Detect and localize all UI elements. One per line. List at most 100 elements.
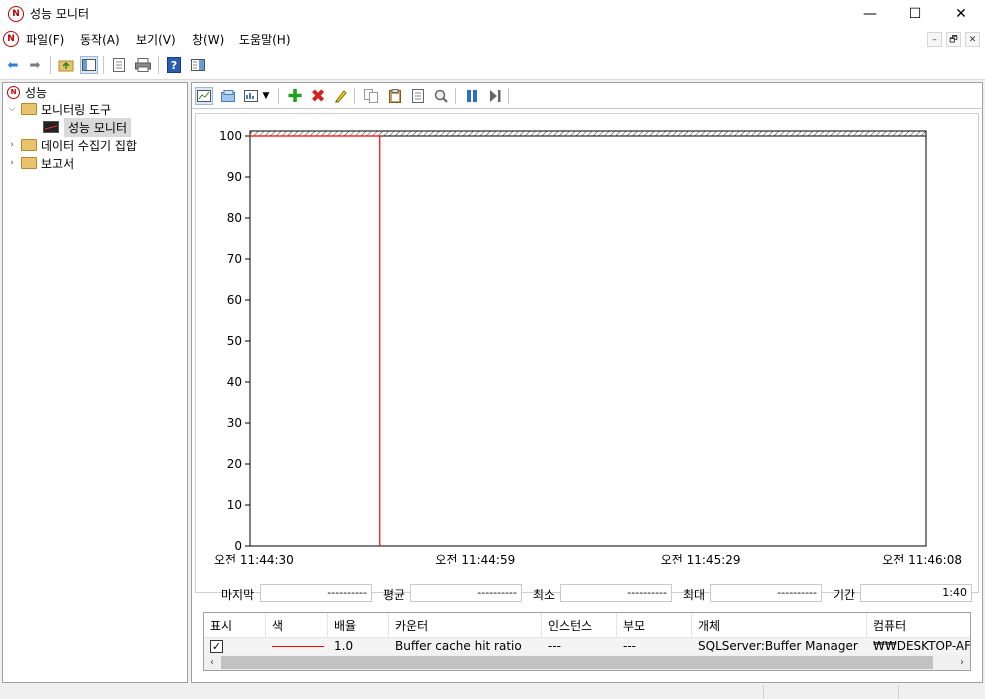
data-point <box>317 135 319 137</box>
show-hide-tree-icon[interactable] <box>80 56 98 74</box>
y-tick-label: 30 <box>227 416 242 430</box>
window-title: 성능 모니터 <box>30 7 90 21</box>
data-point <box>304 135 306 137</box>
horizontal-scrollbar[interactable]: ‹ › <box>204 655 970 670</box>
monitor-chart-icon <box>43 121 59 133</box>
tree-item-label: 성능 <box>25 85 48 100</box>
maximum-label: 최대 <box>683 588 706 602</box>
mdi-minimize-button[interactable]: – <box>927 32 942 47</box>
back-arrow-icon[interactable]: ⬅ <box>4 56 22 74</box>
scrollbar-thumb[interactable] <box>221 656 933 669</box>
graph-type-dropdown-icon[interactable]: ▼ <box>261 87 271 105</box>
update-data-icon[interactable] <box>486 87 504 105</box>
tree-item-label: 데이터 수집기 집합 <box>41 138 137 153</box>
maximize-button[interactable]: ☐ <box>892 0 938 28</box>
delete-counter-icon[interactable]: ✖ <box>309 86 327 107</box>
tree-item-monitoring-tools[interactable]: ⌵ 모니터링 도구 <box>7 100 111 118</box>
column-header-color[interactable]: 색 <box>266 613 328 637</box>
average-label: 평균 <box>383 588 406 602</box>
tree-item-data-collector-sets[interactable]: › 데이터 수집기 집합 <box>7 136 137 154</box>
tree-item-label: 모니터링 도구 <box>41 102 112 117</box>
tree-item-reports[interactable]: › 보고서 <box>7 154 74 172</box>
menu-file[interactable]: 파일(F) <box>24 31 66 48</box>
properties-icon[interactable] <box>409 87 427 105</box>
copy-properties-icon[interactable] <box>362 87 380 105</box>
chevron-down-icon[interactable]: ⌵ <box>7 104 17 114</box>
minimum-value-field: ---------- <box>560 584 672 602</box>
tree-item-performance[interactable]: N 성능 <box>7 83 47 101</box>
counter-table: 표시 색 배율 카운터 인스턴스 부모 개체 컴퓨터 ✓ 1.0 Buffer … <box>203 612 971 671</box>
table-row[interactable]: ✓ 1.0 Buffer cache hit ratio --- --- SQL… <box>204 638 970 655</box>
view-graph-icon[interactable] <box>195 87 213 105</box>
freeze-display-icon[interactable] <box>463 87 481 105</box>
average-value-field: ---------- <box>410 584 522 602</box>
highlight-pen-icon[interactable] <box>332 87 350 105</box>
y-tick-label: 80 <box>227 211 242 225</box>
help-icon[interactable]: ? <box>165 56 183 74</box>
column-header-show[interactable]: 표시 <box>204 613 266 637</box>
data-point <box>365 135 367 137</box>
mdi-restore-button[interactable]: 🗗 <box>946 32 961 47</box>
menu-window[interactable]: 창(W) <box>190 31 226 48</box>
y-tick-label: 40 <box>227 375 242 389</box>
data-point <box>283 135 285 137</box>
data-point <box>297 135 299 137</box>
title-bar: N 성능 모니터 — ☐ ✕ <box>0 0 985 28</box>
zoom-icon[interactable] <box>432 87 450 105</box>
tree-item-performance-monitor[interactable]: 성능 모니터 <box>43 117 132 137</box>
column-header-computer[interactable]: 컴퓨터 <box>867 613 970 637</box>
chevron-right-icon[interactable]: › <box>7 140 17 150</box>
column-header-counter[interactable]: 카운터 <box>389 613 542 637</box>
scroll-right-icon[interactable]: › <box>954 655 970 670</box>
menu-action[interactable]: 동작(A) <box>78 31 122 48</box>
toolbar-separator <box>158 56 159 74</box>
x-tick-label: 오전 11:46:08 <box>882 553 962 564</box>
duration-label: 기간 <box>833 588 856 602</box>
scroll-left-icon[interactable]: ‹ <box>204 655 220 670</box>
column-header-scale[interactable]: 배율 <box>328 613 389 637</box>
svg-text:?: ? <box>171 59 177 72</box>
toolbar-separator <box>354 88 355 104</box>
status-bar <box>0 685 985 699</box>
column-header-object[interactable]: 개체 <box>692 613 867 637</box>
add-counter-icon[interactable]: ✚ <box>286 86 304 107</box>
view-data-icon[interactable] <box>219 87 237 105</box>
data-point <box>310 135 313 137</box>
menu-help[interactable]: 도움말(H) <box>237 31 293 48</box>
up-folder-icon[interactable] <box>57 56 75 74</box>
perfmon-node-icon: N <box>7 85 20 99</box>
menu-bar: N 파일(F) 동작(A) 보기(V) 창(W) 도움말(H) – 🗗 ✕ <box>0 28 985 50</box>
paste-counter-list-icon[interactable] <box>386 87 404 105</box>
plot-border <box>249 135 927 547</box>
mdi-close-button[interactable]: ✕ <box>965 32 980 47</box>
data-point <box>324 135 326 137</box>
column-header-instance[interactable]: 인스턴스 <box>542 613 617 637</box>
y-tick-label: 10 <box>227 498 242 512</box>
chevron-right-icon[interactable]: › <box>7 158 17 168</box>
properties-icon[interactable] <box>110 56 128 74</box>
toolbar-separator <box>508 88 509 104</box>
print-icon[interactable] <box>134 56 152 74</box>
counter-cell: Buffer cache hit ratio <box>395 639 522 653</box>
report-folder-icon <box>21 157 37 169</box>
change-graph-type-icon[interactable] <box>242 87 260 105</box>
data-point <box>256 135 258 137</box>
graph-toolbar: ▼ ✚ ✖ <box>192 83 982 109</box>
computer-cell: ₩₩DESKTOP-AFDI <box>873 639 970 653</box>
column-header-parent[interactable]: 부모 <box>617 613 692 637</box>
forward-arrow-icon[interactable]: ➡ <box>26 56 44 74</box>
graph-area: 0 10 20 30 40 50 60 70 80 90 100 오전 11:44:30 오전 11:4… <box>195 113 979 593</box>
close-button[interactable]: ✕ <box>938 0 984 28</box>
toolbar-separator <box>455 88 456 104</box>
folder-icon <box>21 103 37 115</box>
data-point <box>331 135 333 137</box>
parent-cell: --- <box>623 639 636 653</box>
show-checkbox[interactable]: ✓ <box>210 640 223 653</box>
toolbar-separator <box>278 88 279 104</box>
menu-view[interactable]: 보기(V) <box>134 31 178 48</box>
action-pane-icon[interactable] <box>189 56 207 74</box>
minimize-button[interactable]: — <box>847 0 893 28</box>
instance-cell: --- <box>548 639 561 653</box>
system-menu-icon[interactable]: N <box>3 31 19 47</box>
plot-top-hatch <box>249 130 927 137</box>
